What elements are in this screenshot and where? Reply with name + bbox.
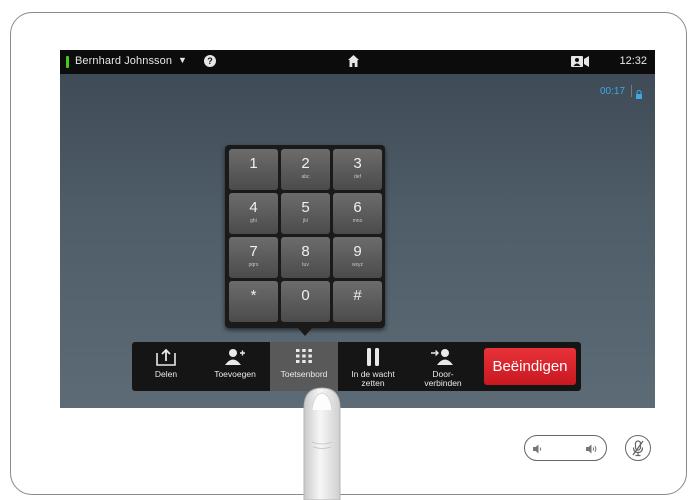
chevron-down-icon[interactable]: ▼ [178,55,187,65]
key-2[interactable]: 2 abc [281,149,330,190]
keypad-grid-icon [296,349,312,363]
clock: 12:32 [619,55,647,67]
muted-microphone-icon [632,440,644,457]
key-8[interactable]: 8 tuv [281,237,330,278]
home-icon[interactable] [348,55,359,70]
in-call-toolbar: Delen Toevoegen Toetsenbord In de wacht z… [132,342,581,391]
add-label: Toevoegen [214,369,256,379]
top-status-bar: Bernhard Johnsson ▼ ? 12:32 [60,50,655,74]
key-9[interactable]: 9 wxyz [333,237,382,278]
share-label: Delen [154,369,178,379]
caller-name[interactable]: Bernhard Johnsson [75,55,172,67]
share-icon [156,348,176,366]
transfer-label: Door-verbinden [424,369,462,388]
add-participant-button[interactable]: Toevoegen [201,342,269,391]
key-5[interactable]: 5 jkl [281,193,330,234]
keypad-label: Toetsenbord [280,369,328,379]
divider [631,85,632,97]
key-3[interactable]: 3 def [333,149,382,190]
microphone-mute-button[interactable] [625,435,651,461]
transfer-button[interactable]: Door-verbinden [408,342,478,391]
key-hash[interactable]: # [333,281,382,322]
volume-down-icon[interactable] [532,442,544,460]
key-7[interactable]: 7 pqrs [229,237,278,278]
end-call-button[interactable]: Beëindigen [484,348,576,385]
presence-indicator [66,56,69,68]
pointing-finger [303,387,341,500]
call-screen: Bernhard Johnsson ▼ ? 12:32 00:17 1 2 abc… [60,50,655,408]
call-duration: 00:17 [600,86,626,97]
volume-control [524,435,607,461]
dial-keypad: 1 2 abc 3 def 4 ghi 5 jkl 6 mno 7 pqrs 8 tuv 9w… [225,145,385,328]
self-view-camera-icon[interactable] [571,56,589,70]
add-user-icon [225,349,245,365]
lock-icon [636,86,642,104]
share-button[interactable]: Delen [132,342,200,391]
key-star[interactable]: * [229,281,278,322]
transfer-user-icon [431,349,453,365]
key-6[interactable]: 6 mno [333,193,382,234]
key-0[interactable]: 0 [281,281,330,322]
volume-up-icon[interactable] [585,442,599,460]
keypad-pointer [297,327,313,336]
key-1[interactable]: 1 [229,149,278,190]
key-4[interactable]: 4 ghi [229,193,278,234]
help-icon[interactable]: ? [204,55,216,67]
pause-icon [367,348,379,366]
